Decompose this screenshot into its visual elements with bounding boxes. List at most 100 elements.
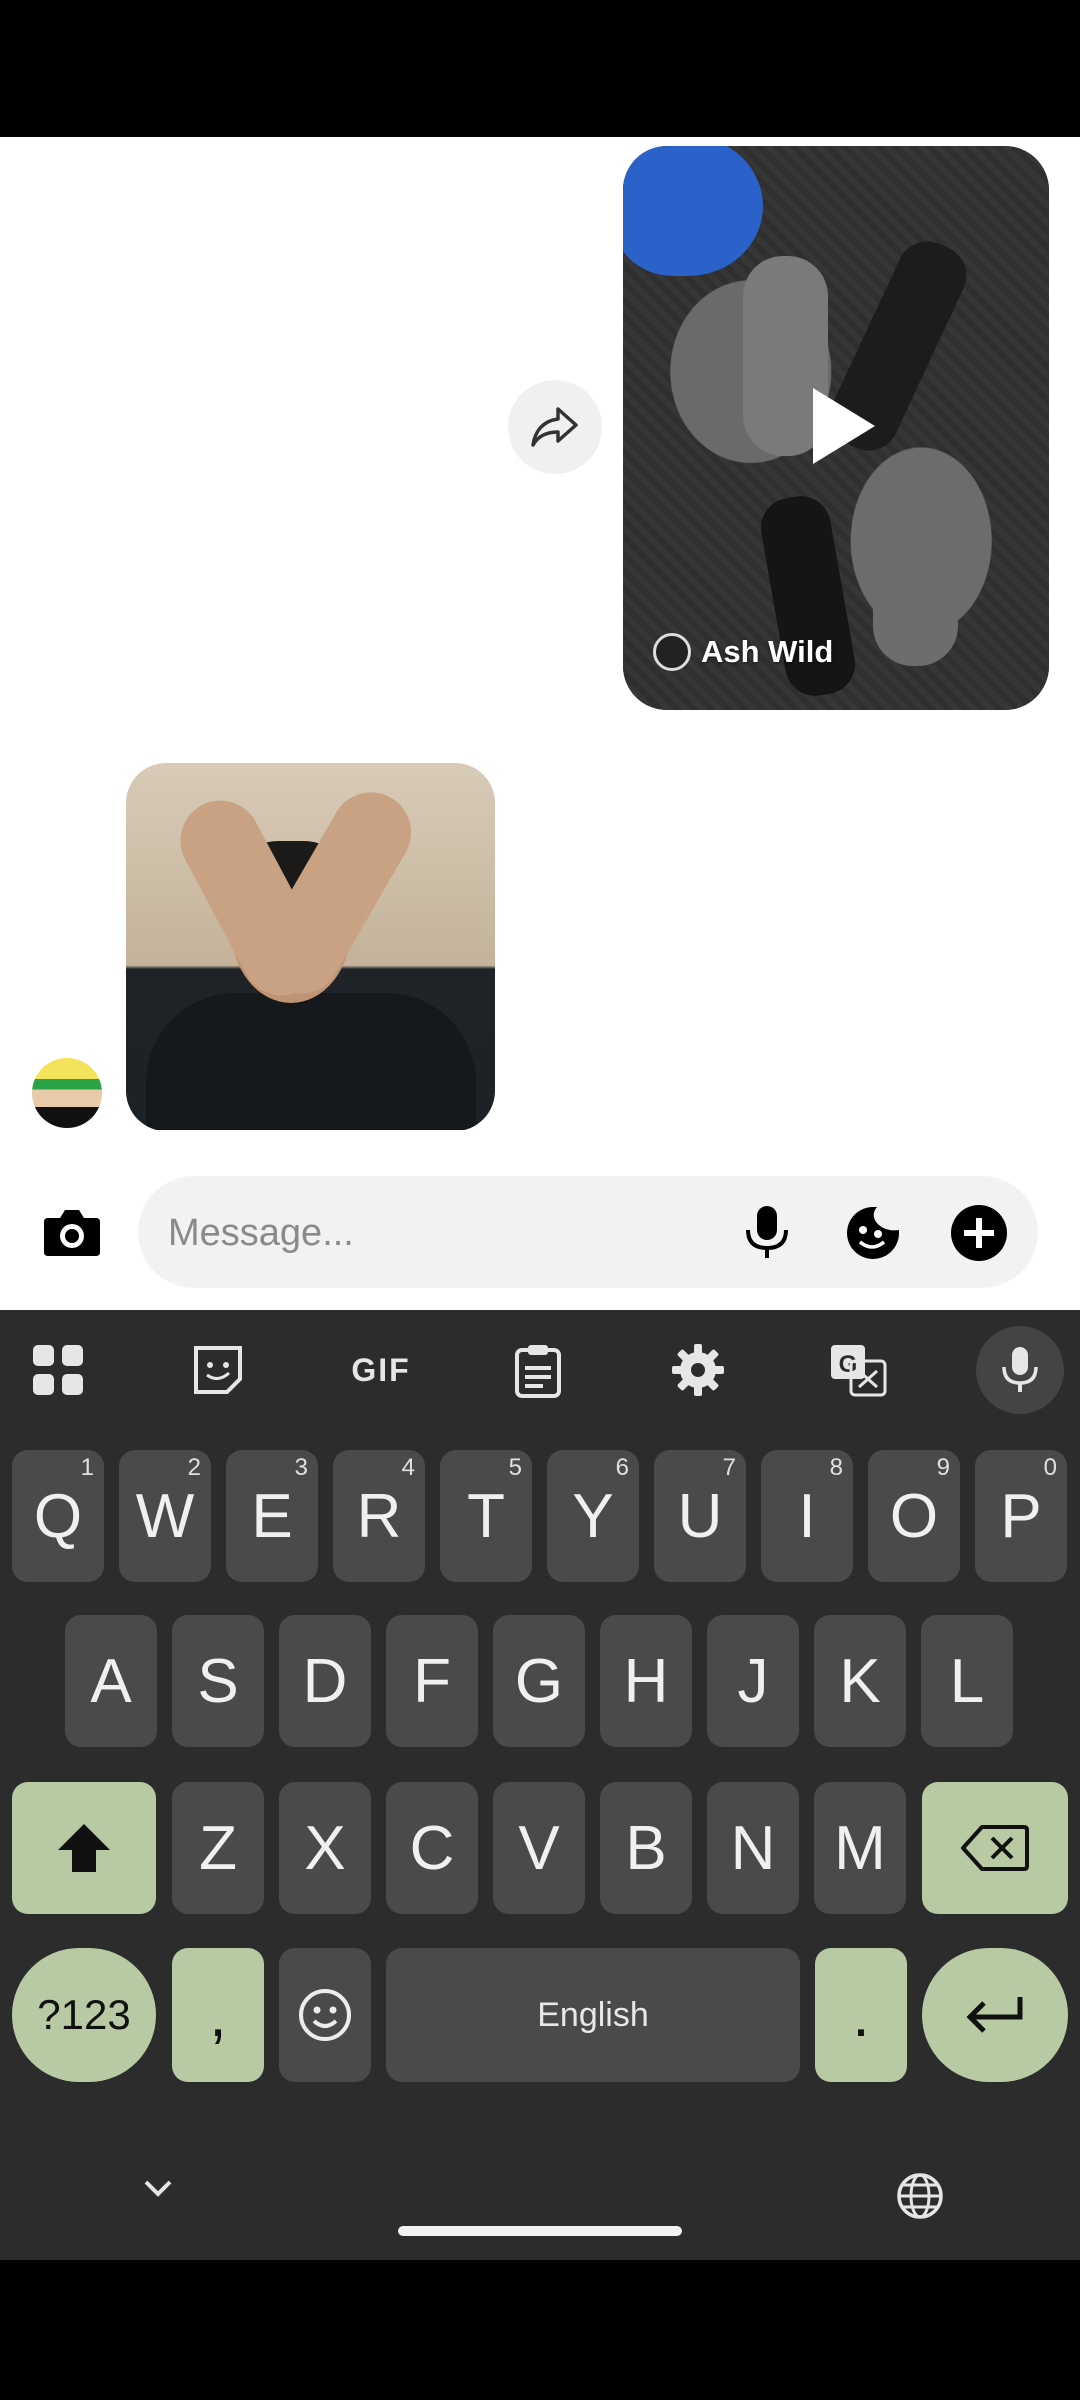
space-key[interactable]: English <box>386 1948 800 2082</box>
home-indicator[interactable] <box>398 2226 682 2236</box>
key-label: Q <box>33 1481 83 1551</box>
key-m[interactable]: M <box>814 1782 906 1914</box>
key-label: M <box>834 1813 886 1883</box>
comma-key[interactable]: , <box>172 1948 264 2082</box>
key-label: J <box>737 1646 769 1716</box>
gif-label: GIF <box>351 1351 411 1388</box>
key-label: B <box>625 1813 667 1883</box>
symbols-key[interactable]: ?123 <box>12 1948 156 2082</box>
voice-typing-button[interactable] <box>976 1326 1064 1414</box>
key-label: Y <box>572 1481 614 1551</box>
camera-button[interactable] <box>40 1200 104 1264</box>
key-k[interactable]: K <box>814 1615 906 1747</box>
sticker-note-icon <box>194 1346 242 1394</box>
key-z[interactable]: Z <box>172 1782 264 1914</box>
backspace-icon <box>961 1825 1029 1871</box>
key-label: I <box>798 1481 816 1551</box>
author-avatar <box>653 633 691 671</box>
key-label: ?123 <box>37 1991 131 2038</box>
key-x[interactable]: X <box>279 1782 371 1914</box>
key-label: Z <box>199 1813 237 1883</box>
share-button[interactable] <box>508 380 602 474</box>
key-hint: 0 <box>1043 1454 1057 1481</box>
key-y[interactable]: Y6 <box>547 1450 639 1582</box>
key-p[interactable]: P0 <box>975 1450 1067 1582</box>
globe-icon <box>897 2173 943 2219</box>
voice-message-button[interactable] <box>738 1204 796 1262</box>
sticker-keyboard-button[interactable] <box>186 1338 250 1402</box>
camera-icon <box>44 1210 100 1256</box>
clipboard-button[interactable] <box>506 1338 570 1402</box>
sticker-icon <box>847 1207 899 1259</box>
key-label: G <box>514 1646 564 1716</box>
language-switch-button[interactable] <box>896 2172 944 2225</box>
microphone-icon <box>746 1206 788 1258</box>
sender-avatar[interactable] <box>32 1058 102 1128</box>
key-hint: 4 <box>401 1454 415 1481</box>
key-r[interactable]: R4 <box>333 1450 425 1582</box>
emoji-icon <box>299 1989 351 2041</box>
emoji-key[interactable] <box>279 1948 371 2082</box>
enter-key[interactable] <box>922 1948 1068 2082</box>
sticker-button[interactable] <box>844 1204 902 1262</box>
key-d[interactable]: D <box>279 1615 371 1747</box>
received-photo-message[interactable] <box>126 763 495 1131</box>
key-n[interactable]: N <box>707 1782 799 1914</box>
key-f[interactable]: F <box>386 1615 478 1747</box>
shared-video-message[interactable]: Ash Wild <box>623 146 1049 710</box>
key-label: H <box>623 1646 669 1716</box>
key-a[interactable]: A <box>65 1615 157 1747</box>
hide-keyboard-button[interactable] <box>140 2176 176 2205</box>
add-button[interactable] <box>950 1204 1008 1262</box>
gif-button[interactable]: GIF <box>346 1338 416 1402</box>
key-label: N <box>730 1813 776 1883</box>
clipboard-icon <box>515 1345 561 1398</box>
key-label: A <box>90 1646 132 1716</box>
key-hint: 2 <box>187 1454 201 1481</box>
message-input[interactable]: Message... <box>138 1176 1038 1288</box>
period-key[interactable]: . <box>815 1948 907 2082</box>
key-e[interactable]: E3 <box>226 1450 318 1582</box>
key-label: S <box>197 1646 239 1716</box>
key-label: R <box>356 1481 402 1551</box>
key-t[interactable]: T5 <box>440 1450 532 1582</box>
key-hint: 9 <box>936 1454 950 1481</box>
status-bar <box>0 0 1080 137</box>
key-v[interactable]: V <box>493 1782 585 1914</box>
settings-button[interactable] <box>666 1338 730 1402</box>
photo-subject <box>146 993 476 1131</box>
key-g[interactable]: G <box>493 1615 585 1747</box>
key-hint: 7 <box>722 1454 736 1481</box>
key-o[interactable]: O9 <box>868 1450 960 1582</box>
shift-key[interactable] <box>12 1782 156 1914</box>
translate-icon: G <box>831 1345 887 1397</box>
key-q[interactable]: Q1 <box>12 1450 104 1582</box>
key-label: F <box>413 1646 451 1716</box>
key-b[interactable]: B <box>600 1782 692 1914</box>
microphone-icon <box>1002 1347 1038 1392</box>
share-arrow-icon <box>531 407 578 447</box>
key-s[interactable]: S <box>172 1615 264 1747</box>
author-name: Ash Wild <box>701 634 834 669</box>
key-label: C <box>409 1813 455 1883</box>
keyboard-toolbar: GIF G <box>0 1310 1080 1430</box>
translate-button[interactable]: G <box>826 1338 890 1402</box>
video-author[interactable]: Ash Wild <box>653 633 833 671</box>
key-j[interactable]: J <box>707 1615 799 1747</box>
key-hint: 8 <box>829 1454 843 1481</box>
key-label: O <box>889 1481 939 1551</box>
backspace-key[interactable] <box>922 1782 1068 1914</box>
apps-grid-button[interactable] <box>26 1338 90 1402</box>
key-u[interactable]: U7 <box>654 1450 746 1582</box>
play-icon[interactable] <box>813 388 875 464</box>
key-l[interactable]: L <box>921 1615 1013 1747</box>
key-label: W <box>135 1481 195 1551</box>
plus-circle-icon <box>951 1205 1007 1261</box>
key-i[interactable]: I8 <box>761 1450 853 1582</box>
key-c[interactable]: C <box>386 1782 478 1914</box>
key-h[interactable]: H <box>600 1615 692 1747</box>
shift-arrow-icon <box>58 1824 110 1872</box>
key-w[interactable]: W2 <box>119 1450 211 1582</box>
key-hint: 6 <box>615 1454 629 1481</box>
key-label: D <box>302 1646 348 1716</box>
